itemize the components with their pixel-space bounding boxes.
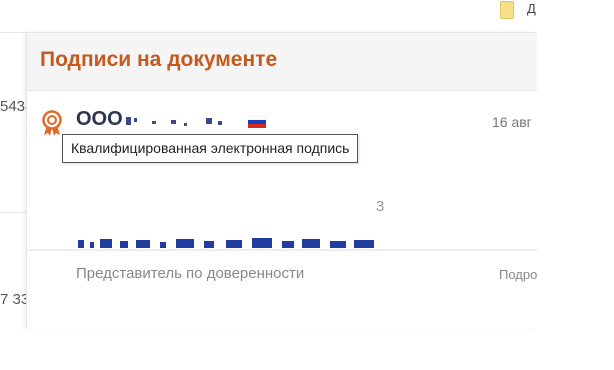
- panel-header: Подписи на документе: [27, 33, 537, 91]
- redacted-signer: [78, 238, 374, 248]
- folder-label[interactable]: Д: [527, 1, 536, 16]
- divider: [0, 212, 26, 213]
- organization-name[interactable]: ООО: [76, 108, 123, 131]
- folder-icon[interactable]: [500, 1, 514, 19]
- details-link[interactable]: Подро: [499, 267, 537, 282]
- russia-flag-icon: [248, 116, 266, 128]
- divider: [0, 32, 26, 33]
- signatures-panel: Подписи на документе ООО 16 авг 3 Предст…: [26, 32, 537, 329]
- award-ribbon-icon[interactable]: [40, 110, 64, 136]
- panel-title: Подписи на документе: [40, 48, 278, 71]
- signature-date: 16 авг: [492, 114, 532, 130]
- top-toolbar: Д: [0, 0, 614, 32]
- background-text: 7 33: [0, 291, 30, 308]
- signature-card[interactable]: ООО 16 авг 3 Представитель по довереннос…: [27, 91, 537, 282]
- redacted-organization: [126, 117, 222, 126]
- certificate-number-tail: 3: [376, 198, 385, 215]
- signer-role: Представитель по доверенности: [76, 265, 305, 282]
- signature-type-tooltip: Квалифицированная электронная подпись: [62, 134, 359, 163]
- background-page: [0, 32, 26, 332]
